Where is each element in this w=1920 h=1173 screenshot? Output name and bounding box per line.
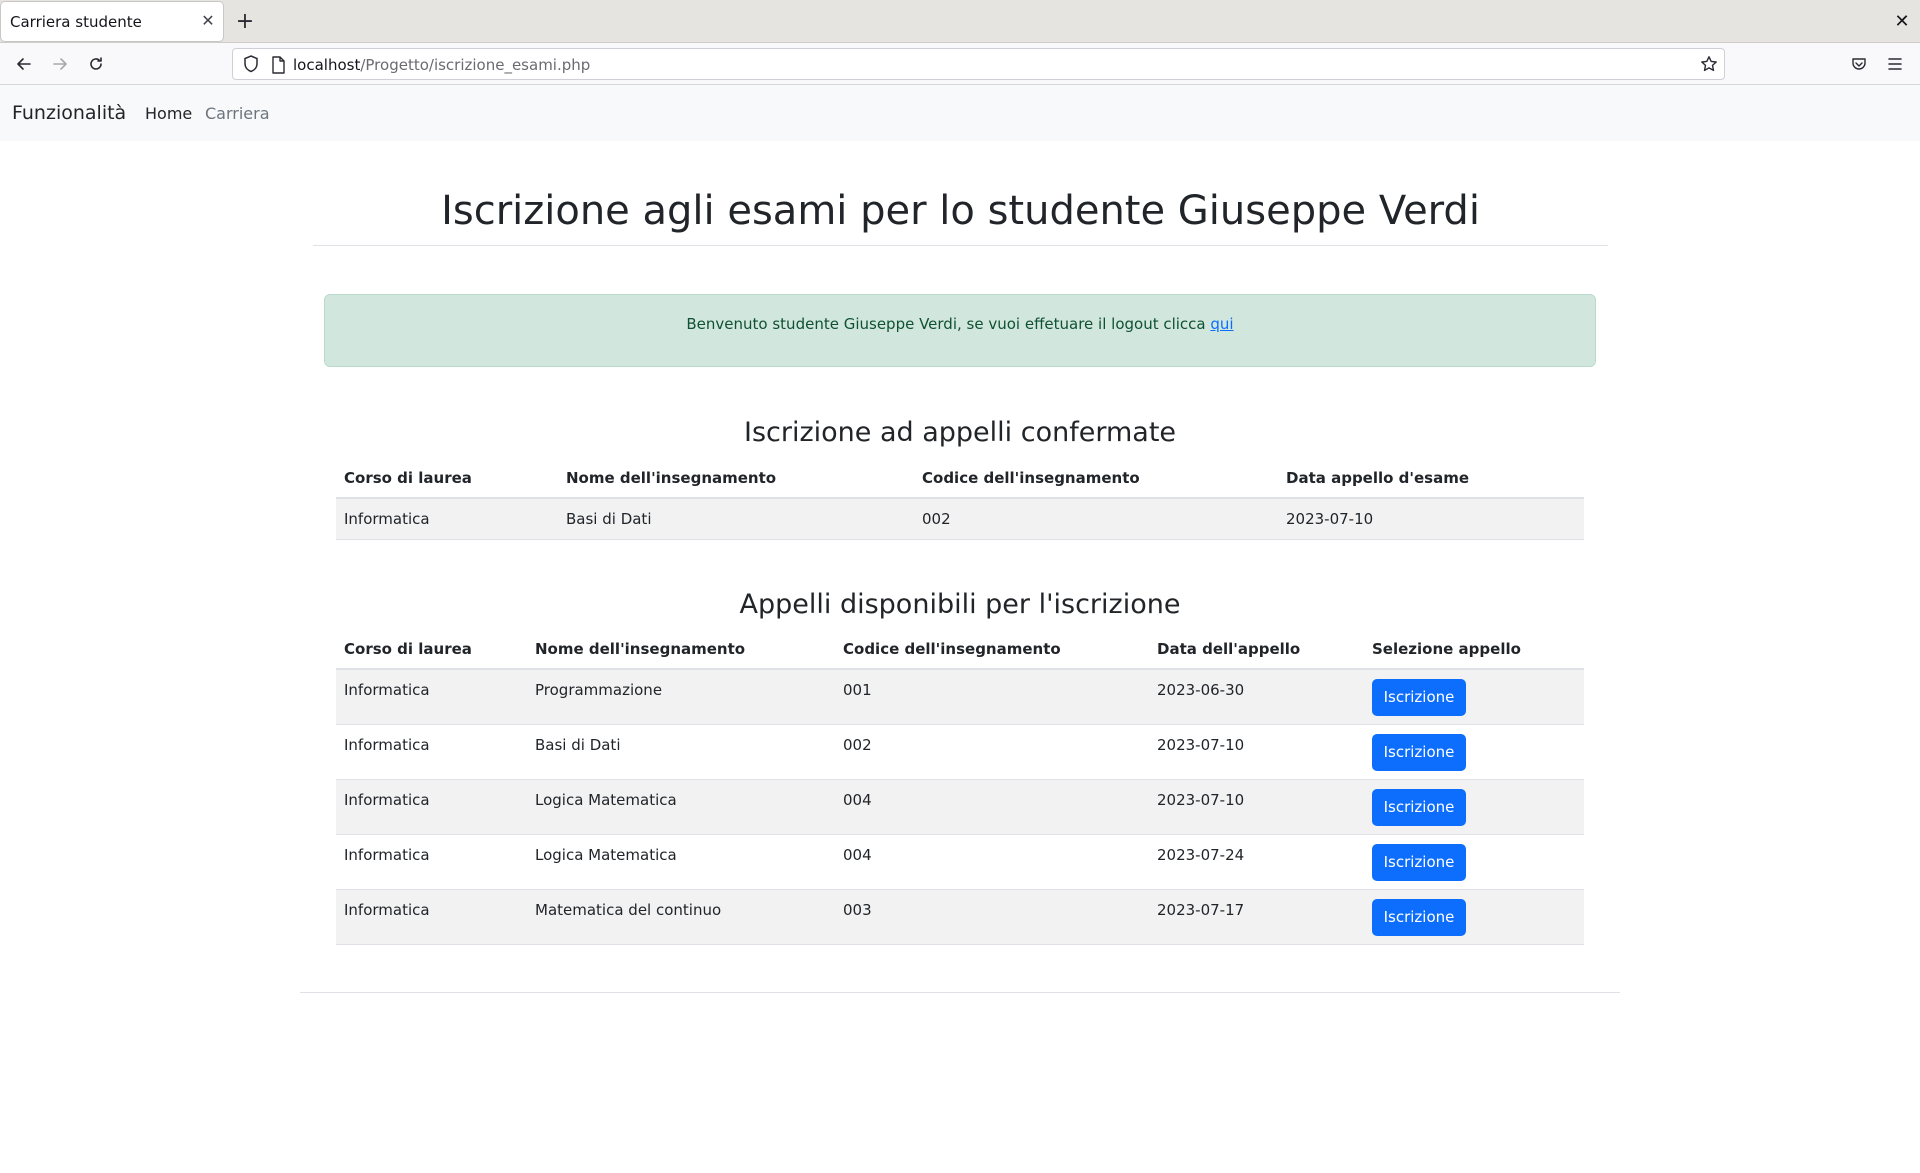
- table-cell: 002: [835, 724, 1149, 780]
- table-cell: 2023-07-10: [1149, 779, 1364, 835]
- column-header: Corso di laurea: [336, 629, 527, 670]
- navbar-brand[interactable]: Funzionalità: [12, 102, 126, 124]
- back-arrow-icon[interactable]: [10, 51, 38, 77]
- table-cell: Logica Matematica: [527, 779, 835, 835]
- url-bar[interactable]: localhost/Progetto/iscrizione_esami.php: [232, 48, 1725, 80]
- table-cell: 2023-06-30: [1149, 669, 1364, 725]
- confirmed-section-title: Iscrizione ad appelli confermate: [743, 417, 1177, 448]
- iscrizione-button[interactable]: Iscrizione: [1372, 733, 1466, 771]
- app-navbar: Funzionalità Home Carriera: [0, 85, 1920, 141]
- table-cell: 003: [835, 889, 1149, 945]
- column-header: Corso di laurea: [336, 458, 558, 499]
- pocket-icon[interactable]: [1846, 51, 1872, 77]
- alert-message: Benvenuto studente Giuseppe Verdi, se vu…: [325, 315, 1595, 333]
- table-cell: 004: [835, 834, 1149, 890]
- url-text[interactable]: localhost/Progetto/iscrizione_esami.php: [293, 56, 590, 74]
- logout-link[interactable]: qui: [1210, 315, 1233, 333]
- table-cell: 001: [835, 669, 1149, 725]
- table-cell: 2023-07-10: [1149, 724, 1364, 780]
- table-cell: Logica Matematica: [527, 834, 835, 890]
- new-tab-button[interactable]: +: [232, 9, 258, 35]
- table-row: Informatica Programmazione 001 2023-06-3…: [336, 669, 1584, 725]
- table-row: Informatica Logica Matematica 004 2023-0…: [336, 779, 1584, 835]
- table-cell: Matematica del continuo: [527, 889, 835, 945]
- column-header: Data dell'appello: [1149, 629, 1364, 670]
- table-header-row: Corso di laurea Nome dell'insegnamento C…: [336, 458, 1584, 499]
- nav-link-carriera[interactable]: Carriera: [205, 104, 270, 123]
- column-header: Data appello d'esame: [1278, 458, 1584, 499]
- footer-divider: [300, 992, 1620, 993]
- column-header: Codice dell'insegnamento: [914, 458, 1278, 499]
- page-title: Iscrizione agli esami per lo studente Gi…: [441, 188, 1480, 234]
- table-cell: Informatica: [336, 779, 527, 835]
- browser-tab[interactable]: Carriera studente ✕: [1, 2, 223, 41]
- table-cell: Basi di Dati: [527, 724, 835, 780]
- nav-link-home[interactable]: Home: [145, 104, 192, 123]
- table-row: Informatica Basi di Dati 002 2023-07-10 …: [336, 724, 1584, 780]
- table-cell: 2023-07-10: [1278, 498, 1584, 540]
- welcome-alert: Benvenuto studente Giuseppe Verdi, se vu…: [324, 294, 1596, 367]
- menu-icon[interactable]: [1882, 51, 1908, 77]
- table-row: Informatica Logica Matematica 004 2023-0…: [336, 834, 1584, 890]
- iscrizione-button[interactable]: Iscrizione: [1372, 679, 1466, 716]
- tab-title: Carriera studente: [10, 13, 142, 31]
- column-header: Nome dell'insegnamento: [558, 458, 914, 499]
- table-cell: Informatica: [336, 834, 527, 890]
- star-icon[interactable]: [1698, 53, 1720, 75]
- iscrizione-button[interactable]: Iscrizione: [1372, 898, 1466, 936]
- table-cell: Iscrizione: [1364, 724, 1584, 780]
- table-cell: Informatica: [336, 724, 527, 780]
- table-cell: Informatica: [336, 889, 527, 945]
- available-section-title: Appelli disponibili per l'iscrizione: [739, 589, 1181, 620]
- table-cell: Basi di Dati: [558, 498, 914, 540]
- table-cell: 2023-07-24: [1149, 834, 1364, 890]
- column-header: Selezione appello: [1364, 629, 1584, 670]
- table-cell: Informatica: [336, 669, 527, 725]
- available-table: Corso di laurea Nome dell'insegnamento C…: [336, 629, 1584, 945]
- title-divider: [313, 245, 1608, 246]
- close-tab-icon[interactable]: ✕: [197, 10, 219, 32]
- browser-tab-bar: Carriera studente ✕ + ✕: [0, 0, 1920, 43]
- forward-arrow-icon[interactable]: [46, 51, 74, 77]
- table-cell: 002: [914, 498, 1278, 540]
- iscrizione-button[interactable]: Iscrizione: [1372, 843, 1466, 881]
- column-header: Codice dell'insegnamento: [835, 629, 1149, 670]
- column-header: Nome dell'insegnamento: [527, 629, 835, 670]
- shield-icon[interactable]: [241, 54, 261, 74]
- reload-icon[interactable]: [82, 51, 110, 77]
- url-path: /Progetto/iscrizione_esami.php: [360, 56, 591, 74]
- table-cell: Iscrizione: [1364, 834, 1584, 890]
- table-cell: Iscrizione: [1364, 779, 1584, 835]
- table-cell: 2023-07-17: [1149, 889, 1364, 945]
- window-close-icon[interactable]: ✕: [1890, 10, 1914, 34]
- table-header-row: Corso di laurea Nome dell'insegnamento C…: [336, 629, 1584, 670]
- table-row: Informatica Basi di Dati 002 2023-07-10: [336, 498, 1584, 540]
- table-cell: Iscrizione: [1364, 669, 1584, 725]
- table-cell: Iscrizione: [1364, 889, 1584, 945]
- iscrizione-button[interactable]: Iscrizione: [1372, 788, 1466, 826]
- confirmed-table: Corso di laurea Nome dell'insegnamento C…: [336, 458, 1584, 540]
- table-cell: Programmazione: [527, 669, 835, 725]
- table-cell: 004: [835, 779, 1149, 835]
- url-host: localhost: [293, 56, 361, 74]
- browser-toolbar: localhost/Progetto/iscrizione_esami.php: [0, 43, 1920, 85]
- table-cell: Informatica: [336, 498, 558, 540]
- table-row: Informatica Matematica del continuo 003 …: [336, 889, 1584, 945]
- alert-text: Benvenuto studente Giuseppe Verdi, se vu…: [686, 315, 1211, 333]
- page-icon: [269, 55, 287, 75]
